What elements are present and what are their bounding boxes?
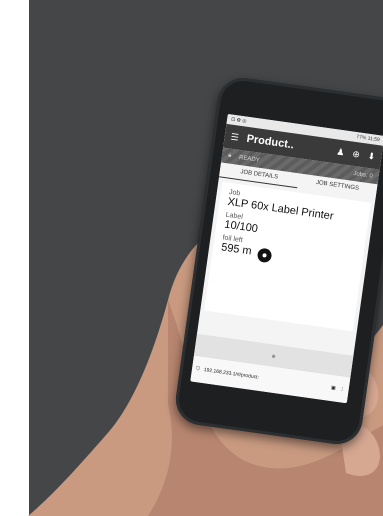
user-icon[interactable]: ♟ xyxy=(336,146,345,158)
notification-icons: ⊡ ✿ ◎ xyxy=(230,116,247,125)
printer-status: READY xyxy=(238,154,261,164)
download-icon[interactable]: ⬇ xyxy=(367,150,376,162)
background-left-strip xyxy=(0,0,29,516)
menu-icon[interactable]: ☰ xyxy=(230,131,239,143)
tabs-icon[interactable]: ▣ xyxy=(331,385,337,392)
foil-roll-icon xyxy=(256,247,273,264)
more-icon[interactable]: ⋮ xyxy=(339,386,345,393)
battery-level: 77% xyxy=(355,134,367,142)
job-details-card: Job XLP 60x Label Printer Label 10/100 f… xyxy=(204,181,371,332)
jobs-count: Jobs: 0 xyxy=(353,170,374,180)
status-time: 11:59 xyxy=(367,135,381,144)
lock-icon: 🔒︎ xyxy=(227,152,232,159)
globe-icon[interactable]: ⊕ xyxy=(352,148,361,160)
stop-icon[interactable]: ● xyxy=(271,351,277,361)
shield-icon[interactable]: ⛉ xyxy=(196,366,201,372)
